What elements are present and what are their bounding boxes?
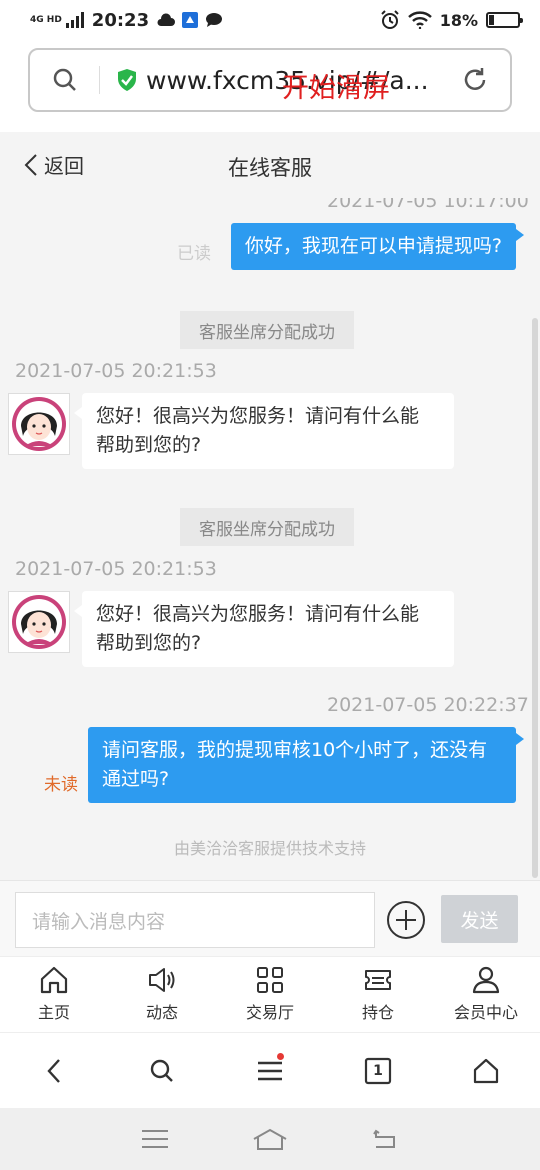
message-composer: 请输入消息内容 发送 — [0, 880, 540, 956]
browser-toolbar: www.fxcm35.vip/#/a... 开始滑屏 — [0, 40, 540, 132]
tab-count: 1 — [373, 1062, 383, 1079]
message-text-line: 您好！很高兴为您服务！请问有什么能 — [96, 603, 420, 625]
message-text-line: 请问客服，我的提现审核10个小时了，还没有 — [102, 739, 488, 761]
agent-avatar — [8, 393, 70, 455]
battery-percent: 18% — [439, 10, 478, 30]
overlay-annotation: 开始滑屏 — [282, 73, 390, 104]
tab-label: 会员中心 — [453, 1003, 518, 1022]
system-notice: 客服坐席分配成功 — [180, 508, 354, 546]
read-status: 已读 — [177, 244, 211, 264]
system-notice: 客服坐席分配成功 — [180, 311, 354, 349]
message-text-line: 您好！很高兴为您服务！请问有什么能 — [96, 405, 420, 427]
cloud-icon — [157, 11, 176, 29]
chat-notification-icon — [205, 11, 223, 29]
signal-label: 4G HD — [30, 15, 62, 25]
page-title: 在线客服 — [228, 156, 312, 180]
wifi-icon — [407, 11, 432, 29]
browser-home-button[interactable] — [458, 1043, 514, 1099]
powered-by-text: 由美洽洽客服提供技术支持 — [173, 839, 366, 858]
address-bar[interactable]: www.fxcm35.vip/#/a... — [28, 48, 512, 112]
home-icon — [40, 966, 68, 994]
alarm-icon — [380, 10, 399, 29]
message-text-line: 通过吗? — [102, 768, 170, 790]
scrollbar[interactable] — [532, 318, 538, 878]
agent-avatar — [8, 591, 70, 653]
grid-icon — [257, 967, 283, 993]
recent-apps-icon[interactable] — [141, 1129, 169, 1149]
notification-dot — [277, 1052, 284, 1060]
tab-member-center[interactable]: 会员中心 — [432, 957, 540, 1032]
browser-tabs-button[interactable]: 1 — [350, 1043, 406, 1099]
back-icon[interactable] — [371, 1128, 399, 1150]
tab-label: 动态 — [145, 1003, 178, 1022]
browser-back-button[interactable] — [26, 1043, 82, 1099]
system-nav-bar — [0, 1108, 540, 1170]
message-bubble-received[interactable]: 您好！很高兴为您服务！请问有什么能 帮助到您的? — [74, 393, 454, 469]
ticket-icon — [365, 970, 391, 990]
tab-news[interactable]: 动态 — [108, 957, 216, 1032]
secure-shield-icon — [118, 69, 136, 91]
home-icon[interactable] — [252, 1127, 288, 1151]
tab-home[interactable]: 主页 — [0, 957, 108, 1032]
message-text-line: 帮助到您的? — [96, 434, 202, 456]
unread-status: 未读 — [44, 775, 78, 795]
chevron-left-icon — [47, 1058, 60, 1083]
chat-area[interactable]: 2021-07-05 10:17:00 已读 你好，我现在可以申请提现吗? 客服… — [0, 198, 540, 880]
tab-label: 交易厅 — [245, 1003, 294, 1022]
browser-nav-bar: 1 — [0, 1032, 540, 1108]
message-timestamp: 2021-07-05 10:17:00 — [327, 198, 529, 212]
message-text-line: 帮助到您的? — [96, 632, 202, 654]
send-button[interactable]: 发送 — [441, 895, 518, 943]
user-icon — [472, 966, 500, 994]
tab-label: 主页 — [37, 1003, 70, 1022]
browser-menu-button[interactable] — [242, 1043, 298, 1099]
app-tab-bar: 主页 动态 交易厅 持仓 会员中心 — [0, 956, 540, 1032]
message-text: 你好，我现在可以申请提现吗? — [244, 235, 502, 257]
tab-positions[interactable]: 持仓 — [324, 957, 432, 1032]
signal-icon — [65, 12, 84, 28]
search-icon — [150, 1059, 173, 1082]
message-input[interactable]: 请输入消息内容 — [15, 892, 375, 948]
menu-icon — [258, 1061, 282, 1080]
message-bubble-sent[interactable]: 你好，我现在可以申请提现吗? — [230, 223, 525, 270]
tab-trading-hall[interactable]: 交易厅 — [216, 957, 324, 1032]
app-notification-icon — [181, 11, 199, 29]
message-bubble-sent[interactable]: 请问客服，我的提现审核10个小时了，还没有 通过吗? — [88, 727, 524, 803]
message-bubble-received[interactable]: 您好！很高兴为您服务！请问有什么能 帮助到您的? — [74, 591, 454, 667]
message-timestamp: 2021-07-05 20:21:53 — [15, 558, 217, 580]
message-timestamp: 2021-07-05 20:22:37 — [327, 694, 529, 716]
clock: 20:23 — [91, 9, 150, 31]
reload-icon[interactable] — [462, 67, 488, 93]
plus-icon[interactable] — [386, 900, 426, 940]
battery-icon — [486, 12, 523, 28]
search-icon[interactable] — [30, 66, 100, 94]
home-icon — [473, 1058, 499, 1083]
message-timestamp: 2021-07-05 20:21:53 — [15, 360, 217, 382]
speaker-icon — [149, 968, 175, 992]
tab-label: 持仓 — [361, 1003, 394, 1022]
page-header: 返回 在线客服 — [0, 132, 540, 198]
status-bar: 4G HD 20:23 18% — [0, 0, 540, 40]
browser-search-button[interactable] — [134, 1043, 190, 1099]
